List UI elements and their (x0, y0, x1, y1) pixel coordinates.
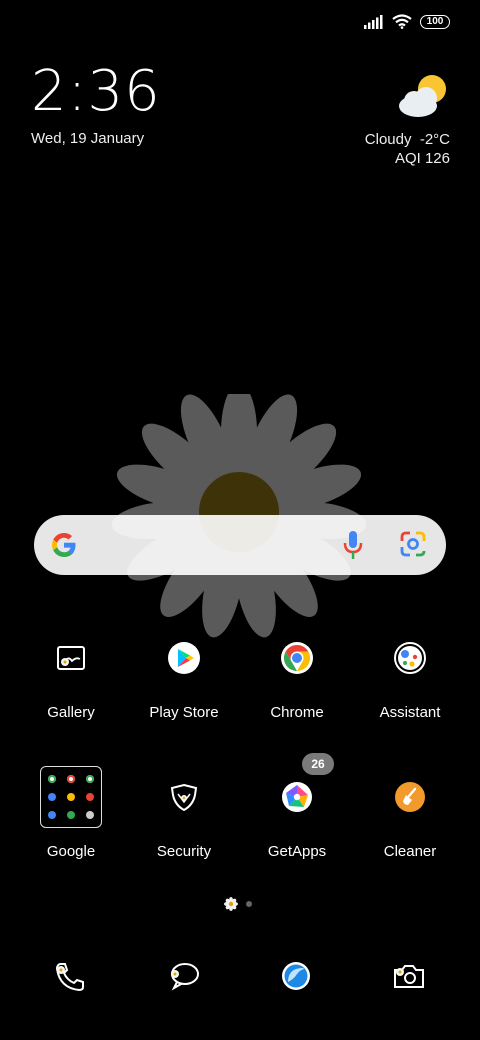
gallery-icon (57, 646, 85, 670)
app-google-folder[interactable]: Google (15, 765, 127, 860)
app-label: Security (156, 843, 212, 860)
google-lens-icon[interactable] (400, 531, 426, 557)
weather-aqi: AQI 126 (394, 150, 450, 167)
app-assistant[interactable]: Assistant (354, 626, 466, 721)
google-search-bar[interactable] (34, 515, 446, 575)
app-chrome[interactable]: Chrome (241, 626, 353, 721)
browser-icon (282, 962, 310, 990)
battery-icon: 100 (420, 14, 450, 29)
app-label: Assistant (379, 704, 441, 721)
dock-browser[interactable] (276, 956, 316, 996)
weather-widget[interactable]: Cloudy -2°C AQI 126 (365, 130, 450, 168)
dock-phone[interactable] (50, 956, 90, 996)
assistant-icon (394, 642, 426, 674)
dock-camera[interactable] (389, 956, 429, 996)
weather-temperature: -2°C (419, 131, 450, 148)
app-gallery[interactable]: Gallery (15, 626, 127, 721)
app-security[interactable]: Security (128, 765, 240, 860)
getapps-icon (282, 782, 312, 812)
app-label: Cleaner (383, 843, 437, 860)
app-play-store[interactable]: Play Store (128, 626, 240, 721)
wifi-icon (392, 14, 412, 29)
weather-condition: Cloudy (364, 131, 412, 148)
clock-date[interactable]: Wed, 19 January (31, 130, 144, 147)
app-label: Gallery (47, 704, 95, 721)
partly-cloudy-icon[interactable] (396, 73, 450, 121)
notification-badge: 26 (302, 753, 334, 775)
messages-icon (171, 963, 199, 991)
app-label: Google (46, 843, 96, 860)
microphone-icon[interactable] (342, 529, 364, 561)
page-indicator (224, 897, 252, 911)
camera-icon (394, 965, 424, 988)
app-label: Chrome (270, 704, 324, 721)
status-bar: 100 (364, 14, 450, 29)
chrome-icon (281, 642, 313, 674)
cleaner-broom-icon (395, 782, 425, 812)
google-folder-icon (40, 766, 102, 828)
security-shield-icon (170, 783, 198, 812)
app-cleaner[interactable]: Cleaner (354, 765, 466, 860)
phone-icon (55, 963, 84, 992)
app-getapps[interactable]: 26 GetApps (241, 753, 353, 860)
page-dot[interactable] (246, 901, 252, 907)
signal-icon (364, 14, 383, 29)
google-g-icon (52, 533, 76, 557)
app-label: Play Store (149, 704, 219, 721)
play-store-icon (168, 642, 200, 674)
app-label: GetApps (267, 843, 327, 860)
daisy-page-dot-icon (224, 897, 238, 911)
dock-messages[interactable] (163, 956, 203, 996)
clock-time[interactable]: 2:36 (31, 64, 161, 120)
